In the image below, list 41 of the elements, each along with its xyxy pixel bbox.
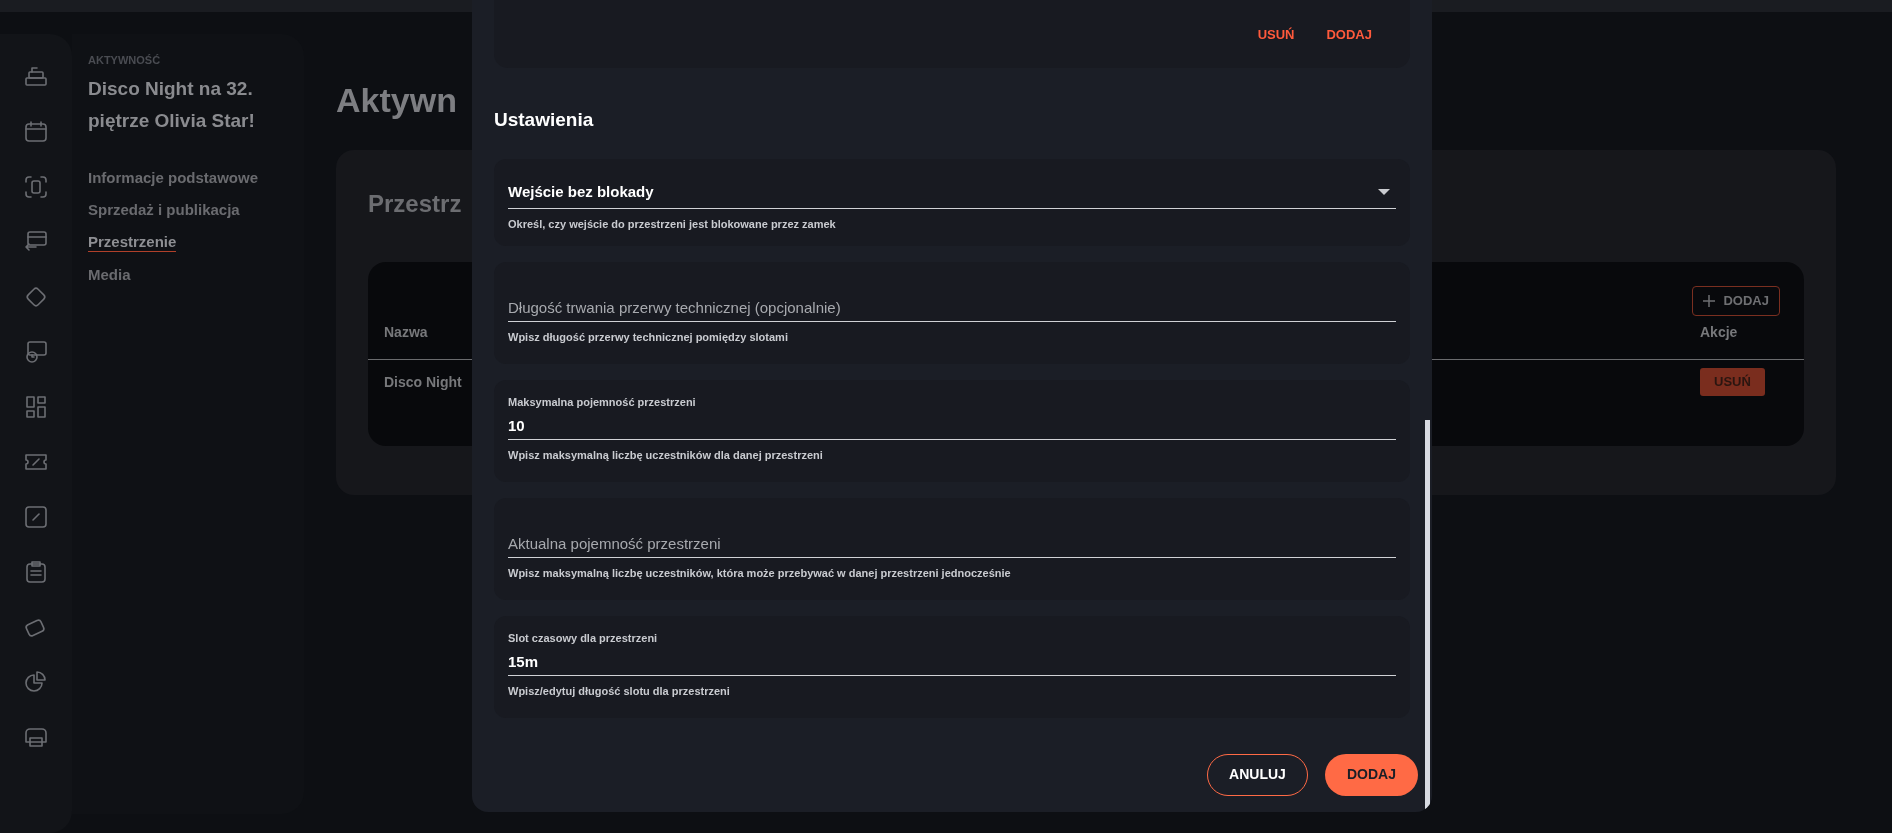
section-label: AKTYWNOŚĆ [88,53,162,68]
text-field-card[interactable]: Długość trwania przerwy technicznej (opcjonalnie) Wpisz długość przerwy technicznej pomiędzy slotami [494,261,1410,364]
input-field[interactable]: 15m [508,647,1396,676]
plus-icon [1703,295,1716,307]
card-title: Przestrz [368,189,462,219]
table-cell-text: Disco Night [384,372,462,392]
field-label: Slot czasowy dla przestrzeni [508,630,659,646]
column-header: Akcje [1700,323,1739,342]
select-field[interactable]: Wejście bez blokady [508,176,1396,209]
nav-link[interactable]: Przestrzenie [88,232,177,252]
text-field-card[interactable]: Aktualna pojemność przestrzeni Wpisz maksymalną liczbę uczestników, która może przebywać w danej przestrzeni jednocześnie [494,497,1410,600]
input-field[interactable]: Długość trwania przerwy technicznej (opcjonalnie) [508,293,1396,322]
clipboard-icon[interactable] [23,559,49,585]
input-field[interactable]: Aktualna pojemność przestrzeni [508,529,1396,558]
helper-text: Określ, czy wejście do przestrzeni jest blokowane przez zamek [508,216,837,232]
calendar-icon[interactable] [23,119,49,145]
nav-link[interactable]: Informacje podstawowe [88,168,259,187]
scan-icon[interactable] [23,174,49,200]
pie-chart-icon[interactable] [23,669,49,695]
input-field[interactable]: 10 [508,411,1396,440]
helper-text: Wpisz/edytuj długość slotu dla przestrzeni [508,683,731,699]
helper-text: Wpisz długość przerwy technicznej pomiędzy slotami [508,329,789,345]
helper-text: Wpisz maksymalną liczbę uczestników, która może przebywać w danej przestrzeni jednocześnie [508,565,1012,581]
grid-icon[interactable] [23,394,49,420]
field-label: Maksymalna pojemność przestrzeni [508,394,697,410]
caret-icon [1378,189,1390,195]
card-clock-icon[interactable] [23,339,49,365]
nav-link[interactable]: Media [88,265,131,284]
tag-icon[interactable] [23,284,49,310]
add-button[interactable]: DODAJ [1326,25,1372,45]
add-button[interactable]: DODAJ [1692,286,1780,316]
page-title: Aktywn [336,80,457,120]
section-title: Ustawienia [494,108,595,132]
nav-link[interactable]: Sprzedaż i publikacja [88,200,240,219]
column-header: Nazwa [384,323,428,342]
event-title: Disco Night na 32. piętrze Olivia Star! [88,76,256,133]
delete-button[interactable]: USUŃ [1257,25,1295,45]
helper-text: Wpisz maksymalną liczbę uczestników dla danej przestrzeni [508,447,824,463]
text-field-card[interactable]: Maksymalna pojemność przestrzeni 10 Wpisz maksymalną liczbę uczestników dla danej przestrzeni [494,379,1410,482]
add-button[interactable]: DODAJ [1325,753,1418,796]
text-field-card[interactable]: Slot czasowy dla przestrzeni 15m Wpisz/edytuj długość slotu dla przestrzeni [494,615,1410,718]
